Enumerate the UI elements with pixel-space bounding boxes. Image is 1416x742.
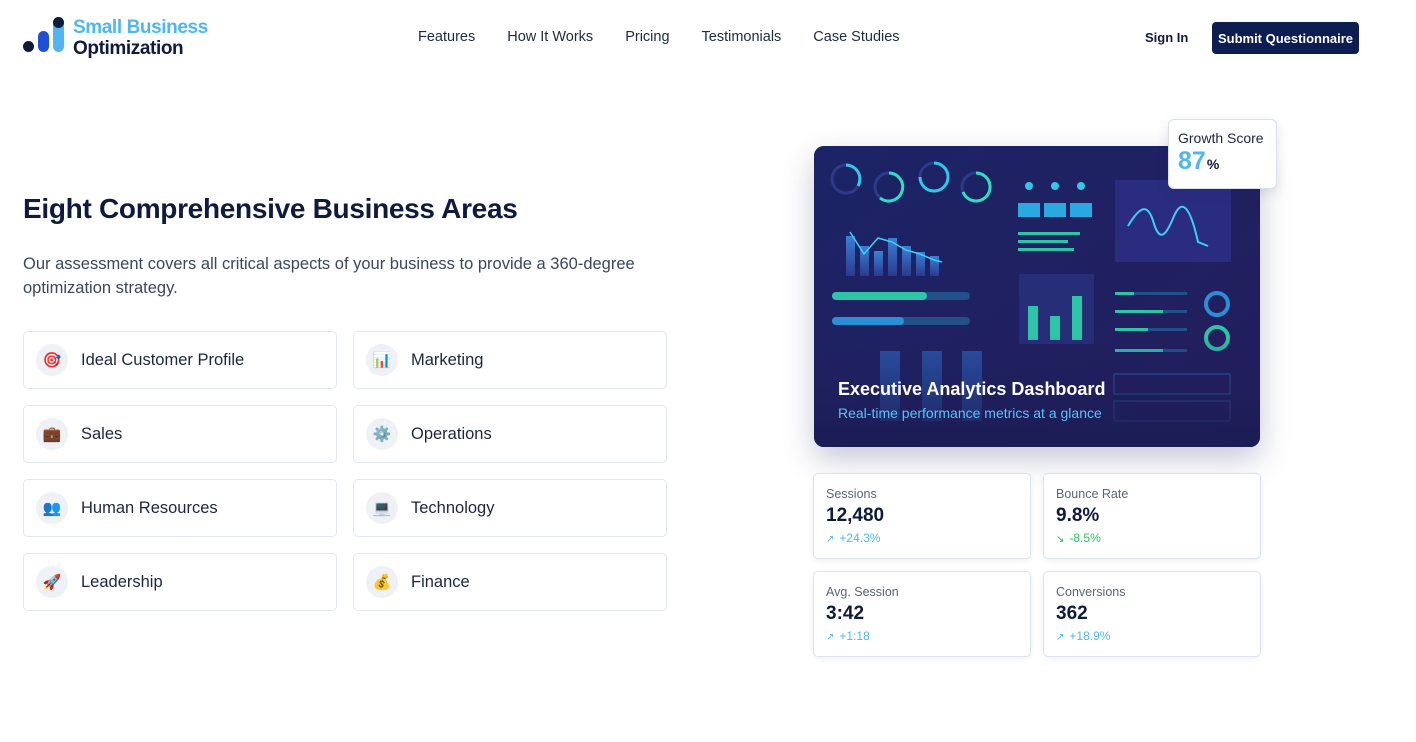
- area-card-human-resources[interactable]: 👥 Human Resources: [23, 479, 337, 537]
- growth-score-value: 87%: [1178, 147, 1276, 176]
- dashboard-title: Executive Analytics Dashboard: [838, 379, 1106, 399]
- trend-down-icon: ↘: [1056, 534, 1065, 545]
- bar-chart-icon: 📊: [366, 344, 398, 376]
- section-lead: Our assessment covers all critical aspec…: [23, 255, 635, 297]
- section-title: Eight Comprehensive Business Areas: [23, 193, 518, 224]
- metric-card-bounce-rate: Bounce Rate 9.8% ↘ -8.5%: [1043, 473, 1261, 559]
- trend-up-icon: ↗: [1056, 632, 1065, 643]
- nav-link-pricing[interactable]: Pricing: [625, 29, 669, 45]
- growth-score-unit: %: [1206, 156, 1220, 172]
- target-icon: 🎯: [36, 344, 68, 376]
- dashboard-preview-image: Executive Analytics Dashboard Real-time …: [814, 146, 1260, 447]
- metric-card-conversions: Conversions 362 ↗ +18.9%: [1043, 571, 1261, 657]
- metric-label: Sessions: [826, 487, 877, 501]
- nav-link-features[interactable]: Features: [418, 29, 475, 45]
- area-card-technology[interactable]: 💻 Technology: [353, 479, 667, 537]
- area-card-operations[interactable]: ⚙️ Operations: [353, 405, 667, 463]
- gear-icon: ⚙️: [366, 418, 398, 450]
- main-menu: Features How It Works Pricing Testimonia…: [418, 29, 932, 45]
- area-card-sales[interactable]: 💼 Sales: [23, 405, 337, 463]
- metrics-grid: Sessions 12,480 ↗ +24.3% Bounce Rate 9.8%…: [813, 473, 1261, 657]
- metric-label: Conversions: [1056, 585, 1126, 599]
- metric-change: ↗ +1:18: [826, 629, 1030, 643]
- dashboard-subtitle: Real-time performance metrics at a glanc…: [838, 405, 1102, 421]
- area-label: Sales: [81, 424, 123, 443]
- area-card-marketing[interactable]: 📊 Marketing: [353, 331, 667, 389]
- metric-change: ↘ -8.5%: [1056, 531, 1260, 545]
- area-label: Marketing: [411, 350, 484, 369]
- brand-name-line2: Optimization: [73, 38, 184, 59]
- area-label: Human Resources: [81, 498, 218, 517]
- metric-change-text: +18.9%: [1069, 629, 1111, 643]
- metric-card-avg-session: Avg. Session 3:42 ↗ +1:18: [813, 571, 1031, 657]
- submit-questionnaire-button[interactable]: Submit Questionnaire: [1212, 22, 1359, 54]
- area-label: Finance: [411, 572, 470, 591]
- brand-logo[interactable]: Small Business Optimization: [23, 17, 208, 59]
- brand-name-line1: Small Business: [73, 17, 208, 38]
- top-nav: Small Business Optimization Features How…: [0, 0, 1416, 76]
- metric-change-text: +1:18: [839, 629, 870, 643]
- growth-score-label: Growth Score: [1178, 130, 1264, 146]
- trend-up-icon: ↗: [826, 534, 835, 545]
- area-card-ideal-customer-profile[interactable]: 🎯 Ideal Customer Profile: [23, 331, 337, 389]
- area-card-finance[interactable]: 💰 Finance: [353, 553, 667, 611]
- metric-value: 9.8%: [1056, 505, 1100, 526]
- growth-score-card: Growth Score 87%: [1168, 119, 1277, 189]
- nav-link-testimonials[interactable]: Testimonials: [702, 29, 782, 45]
- metric-label: Bounce Rate: [1056, 487, 1129, 501]
- trend-up-icon: ↗: [826, 632, 835, 643]
- metric-change-text: +24.3%: [839, 531, 881, 545]
- metric-label: Avg. Session: [826, 585, 899, 599]
- people-icon: 👥: [36, 492, 68, 524]
- sign-in-link[interactable]: Sign In: [1145, 30, 1188, 45]
- metric-value: 12,480: [826, 505, 885, 526]
- nav-link-how-it-works[interactable]: How It Works: [507, 29, 593, 45]
- area-card-leadership[interactable]: 🚀 Leadership: [23, 553, 337, 611]
- money-bag-icon: 💰: [366, 566, 398, 598]
- growth-score-number: 87: [1178, 147, 1206, 175]
- dashboard-illustration: [814, 146, 1260, 447]
- metric-change-text: -8.5%: [1069, 531, 1101, 545]
- briefcase-icon: 💼: [36, 418, 68, 450]
- area-label: Ideal Customer Profile: [81, 350, 245, 369]
- metric-change: ↗ +18.9%: [1056, 629, 1260, 643]
- business-areas-grid: 🎯 Ideal Customer Profile 📊 Marketing 💼 S…: [23, 331, 667, 611]
- logo-mark-icon: [23, 17, 67, 57]
- area-label: Leadership: [81, 572, 163, 591]
- metric-change: ↗ +24.3%: [826, 531, 1030, 545]
- metric-card-sessions: Sessions 12,480 ↗ +24.3%: [813, 473, 1031, 559]
- rocket-icon: 🚀: [36, 566, 68, 598]
- area-label: Technology: [411, 498, 495, 517]
- area-label: Operations: [411, 424, 492, 443]
- nav-link-case-studies[interactable]: Case Studies: [813, 29, 899, 45]
- metric-value: 3:42: [826, 603, 865, 624]
- computer-icon: 💻: [366, 492, 398, 524]
- metric-value: 362: [1056, 603, 1088, 624]
